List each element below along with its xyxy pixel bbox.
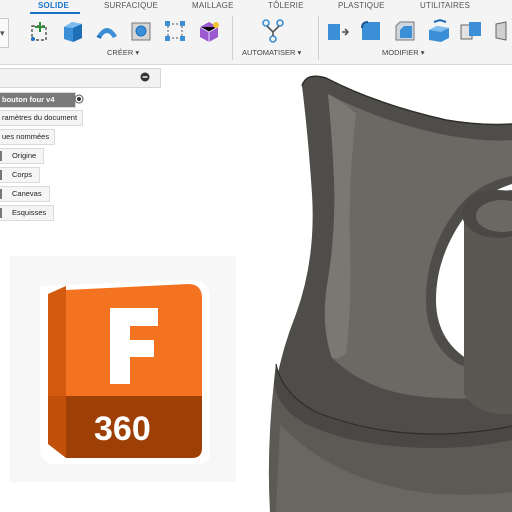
- browser-item-origin[interactable]: Origine: [0, 148, 45, 164]
- new-sketch-icon[interactable]: [28, 18, 54, 44]
- press-pull-icon[interactable]: [324, 18, 350, 44]
- collapse-icon[interactable]: [140, 72, 150, 82]
- browser-item-label: Esquisses: [12, 208, 47, 217]
- expand-handle[interactable]: [0, 208, 2, 218]
- expand-handle[interactable]: [0, 151, 2, 161]
- activate-radio-icon[interactable]: [74, 94, 84, 104]
- browser-item-label: Origine: [12, 151, 37, 160]
- extrude-icon[interactable]: [60, 18, 86, 44]
- tab-maillage[interactable]: MAILLAGE: [192, 1, 234, 10]
- logo-number: 360: [94, 410, 151, 448]
- expand-handle[interactable]: [0, 189, 2, 199]
- active-tab-indicator: [30, 12, 80, 14]
- workspace-dropdown[interactable]: ▾: [0, 18, 9, 48]
- tab-tolerie[interactable]: TÔLERIE: [268, 1, 304, 10]
- browser-item-document-settings[interactable]: ramètres du document: [0, 110, 84, 126]
- hole-icon[interactable]: [128, 18, 154, 44]
- shell-icon[interactable]: [426, 18, 452, 44]
- fillet-icon[interactable]: [358, 18, 384, 44]
- separator: [318, 16, 319, 60]
- pattern-icon[interactable]: [162, 18, 188, 44]
- replace-face-icon[interactable]: [492, 18, 512, 44]
- tab-plastique[interactable]: PLASTIQUE: [338, 1, 385, 10]
- automate-icon[interactable]: [260, 18, 286, 44]
- model-viewport[interactable]: [236, 64, 512, 512]
- browser-item-sketches[interactable]: Esquisses: [0, 205, 55, 221]
- document-name: bouton four v4: [2, 95, 55, 104]
- tab-solide[interactable]: SOLIDE: [38, 1, 69, 10]
- sweep-icon[interactable]: [94, 18, 120, 44]
- browser-header: [0, 68, 161, 88]
- toolbar: SOLIDE SURFACIQUE MAILLAGE TÔLERIE PLAST…: [0, 0, 512, 65]
- browser-document-node[interactable]: bouton four v4: [0, 92, 76, 108]
- create-menu[interactable]: CRÉER ▾: [107, 48, 139, 57]
- form-icon[interactable]: [196, 18, 222, 44]
- combine-icon[interactable]: [458, 18, 484, 44]
- browser-item-label: Corps: [12, 170, 33, 179]
- tab-utilitaires[interactable]: UTILITAIRES: [420, 1, 470, 10]
- browser-item-label: ramètres du document: [2, 113, 78, 122]
- chamfer-icon[interactable]: [392, 18, 418, 44]
- browser-item-label: ues nommées: [2, 132, 50, 141]
- expand-handle[interactable]: [0, 170, 2, 180]
- browser-item-canvases[interactable]: Canevas: [0, 186, 50, 202]
- browser-item-label: Canevas: [12, 189, 42, 198]
- automate-menu[interactable]: AUTOMATISER ▾: [242, 48, 301, 57]
- browser-item-named-views[interactable]: ues nommées: [0, 129, 56, 145]
- browser-item-bodies[interactable]: Corps: [0, 167, 41, 183]
- tab-surfacique[interactable]: SURFACIQUE: [104, 1, 158, 10]
- separator: [232, 16, 233, 60]
- fusion-360-logo: 360: [10, 256, 236, 482]
- modify-menu[interactable]: MODIFIER ▾: [382, 48, 425, 57]
